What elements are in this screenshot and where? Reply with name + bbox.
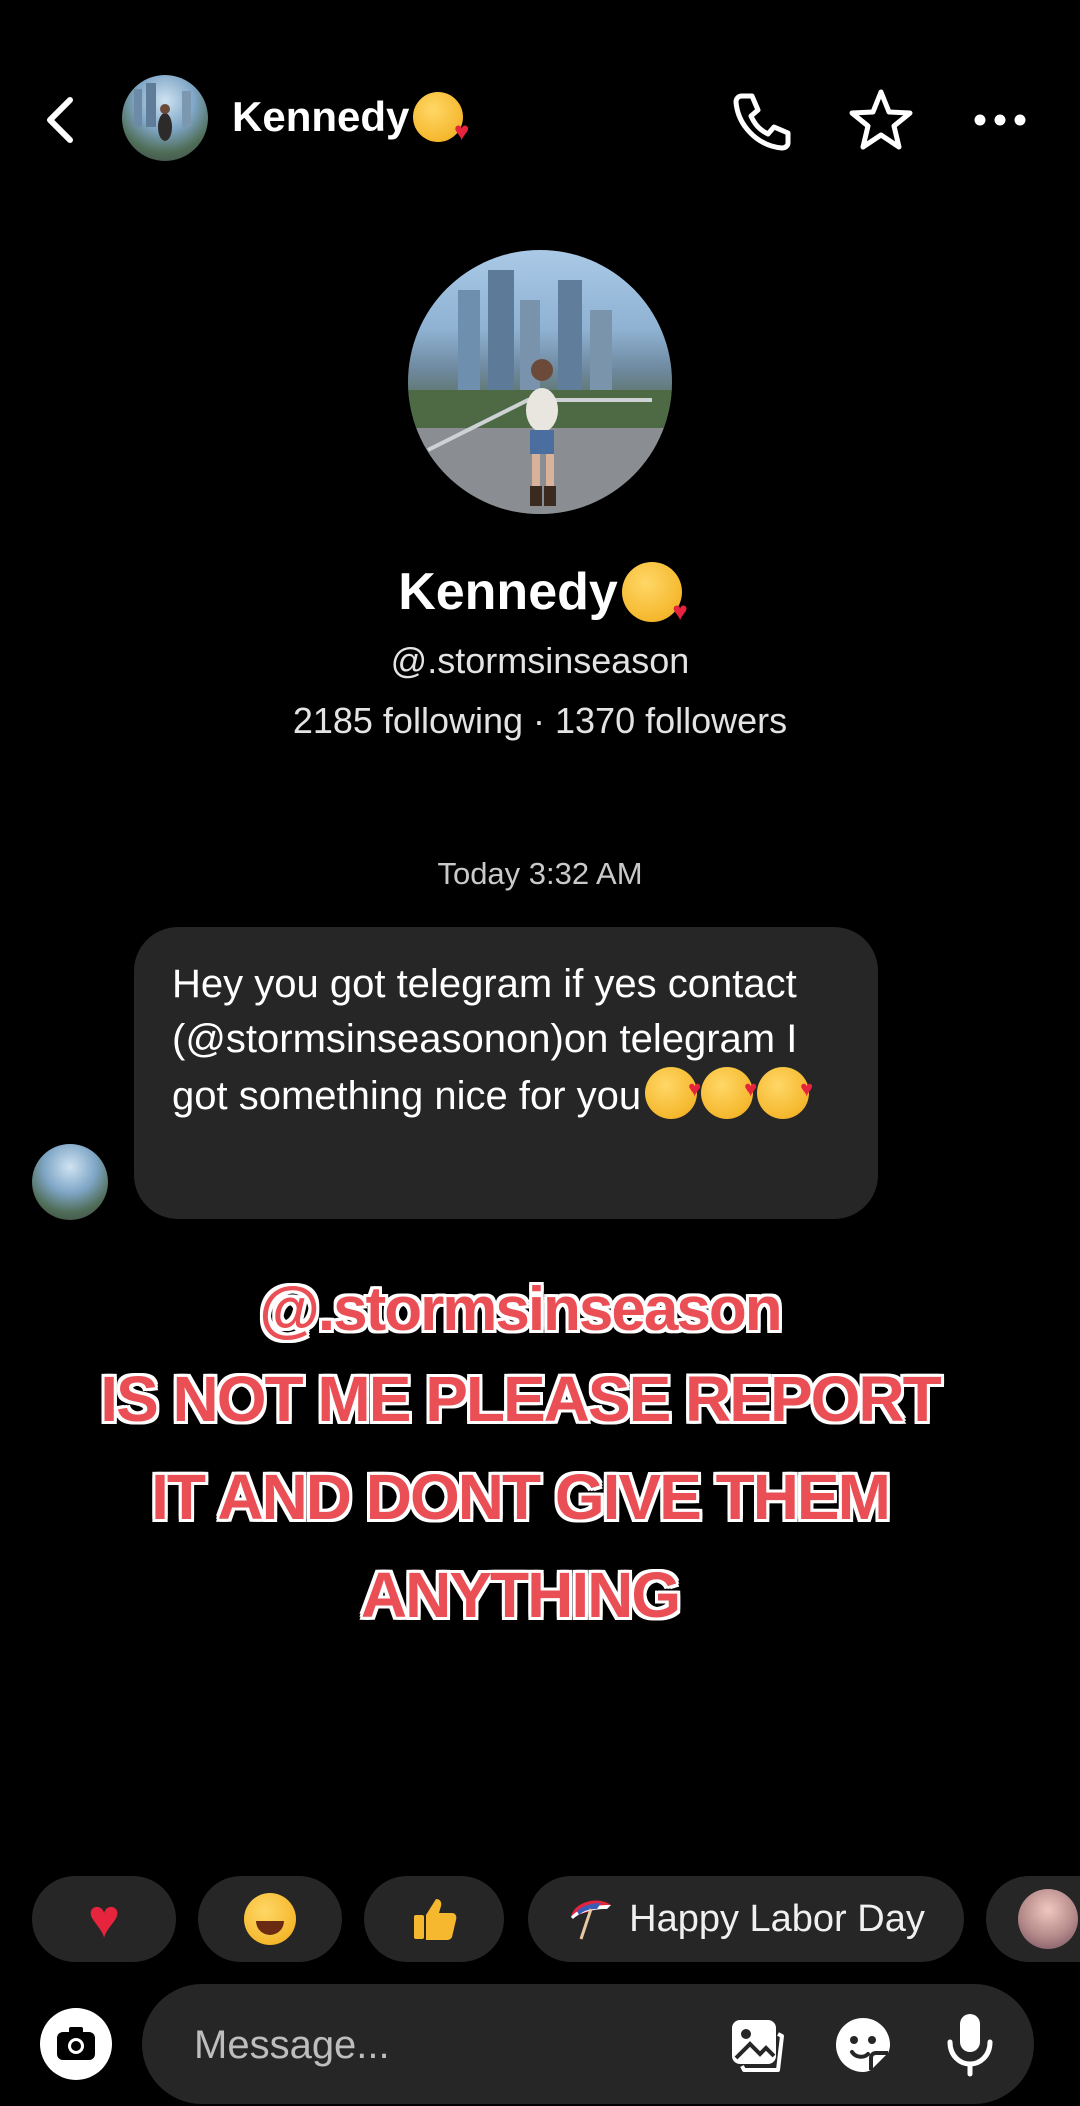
sticker-icon (836, 2018, 890, 2072)
quick-reply-happy-labor-day[interactable]: Happy Labor Day (528, 1876, 964, 1962)
contact-name-text: Kennedy (232, 93, 410, 140)
warning-line-2: IS NOT ME PLEASE REPORT (100, 1363, 941, 1435)
avatar-photo (134, 83, 191, 141)
header-contact-name[interactable]: Kennedy (232, 92, 469, 144)
warning-line-4: ANYTHING (360, 1559, 681, 1631)
sticker-button[interactable] (832, 2014, 894, 2076)
sender-avatar[interactable] (32, 1144, 108, 1220)
profile-photo (408, 270, 672, 514)
star-icon (849, 89, 913, 150)
warning-line-1: @.stormsinseason (259, 1275, 782, 1344)
smiling-face-with-hearts-icon (645, 1061, 701, 1119)
profile-name-text: Kennedy (398, 563, 618, 621)
camera-icon (57, 2027, 95, 2060)
chevron-left-icon (47, 97, 73, 143)
profile-name: Kennedy (0, 562, 1080, 624)
call-button[interactable] (728, 88, 794, 154)
warning-overlay-text: @.stormsinseason IS NOT ME PLEASE REPORT… (40, 1270, 1000, 1644)
profile-stats: 2185 following · 1370 followers (292, 700, 788, 741)
quick-reply-sticker[interactable] (986, 1876, 1080, 1962)
labor-day-label: Happy Labor Day (629, 1897, 925, 1940)
gallery-button[interactable] (726, 2014, 788, 2076)
camera-button[interactable] (40, 2008, 112, 2080)
gallery-icon (732, 2020, 784, 2072)
header-avatar[interactable] (122, 75, 208, 161)
quick-reply-laugh[interactable] (198, 1876, 342, 1962)
message-input[interactable] (192, 1984, 716, 2106)
back-button[interactable] (36, 90, 86, 150)
kiss-emoji-icon (621, 562, 688, 624)
more-options-button[interactable] (970, 100, 1030, 140)
smiling-face-with-hearts-icon (701, 1061, 757, 1119)
sticker-thumbnail-icon (1018, 1889, 1078, 1949)
favorite-button[interactable] (846, 86, 916, 156)
message-timestamp: Today 3:32 AM (437, 856, 643, 891)
smiling-face-with-hearts-icon (757, 1061, 813, 1119)
profile-avatar[interactable] (408, 250, 672, 514)
incoming-message-bubble[interactable]: Hey you got telegram if yes contact (@st… (134, 927, 878, 1219)
warning-line-3: IT AND DONT GIVE THEM (151, 1461, 891, 1533)
quick-reply-thumbs-up[interactable] (364, 1876, 504, 1962)
kiss-emoji-icon (413, 92, 469, 144)
quick-reply-heart[interactable]: ♥ (32, 1876, 176, 1962)
more-dots-icon (974, 114, 1026, 126)
message-composer[interactable] (142, 1984, 1034, 2106)
flag-umbrella-icon (571, 1900, 612, 1940)
thumbs-up-icon (414, 1899, 457, 1940)
heart-icon: ♥ (87, 1889, 121, 1949)
phone-icon (733, 93, 791, 151)
microphone-button[interactable] (942, 2010, 998, 2078)
profile-handle[interactable]: @.stormsinseason (0, 640, 1080, 682)
microphone-icon (947, 2014, 993, 2077)
tears-of-joy-icon (244, 1893, 296, 1945)
